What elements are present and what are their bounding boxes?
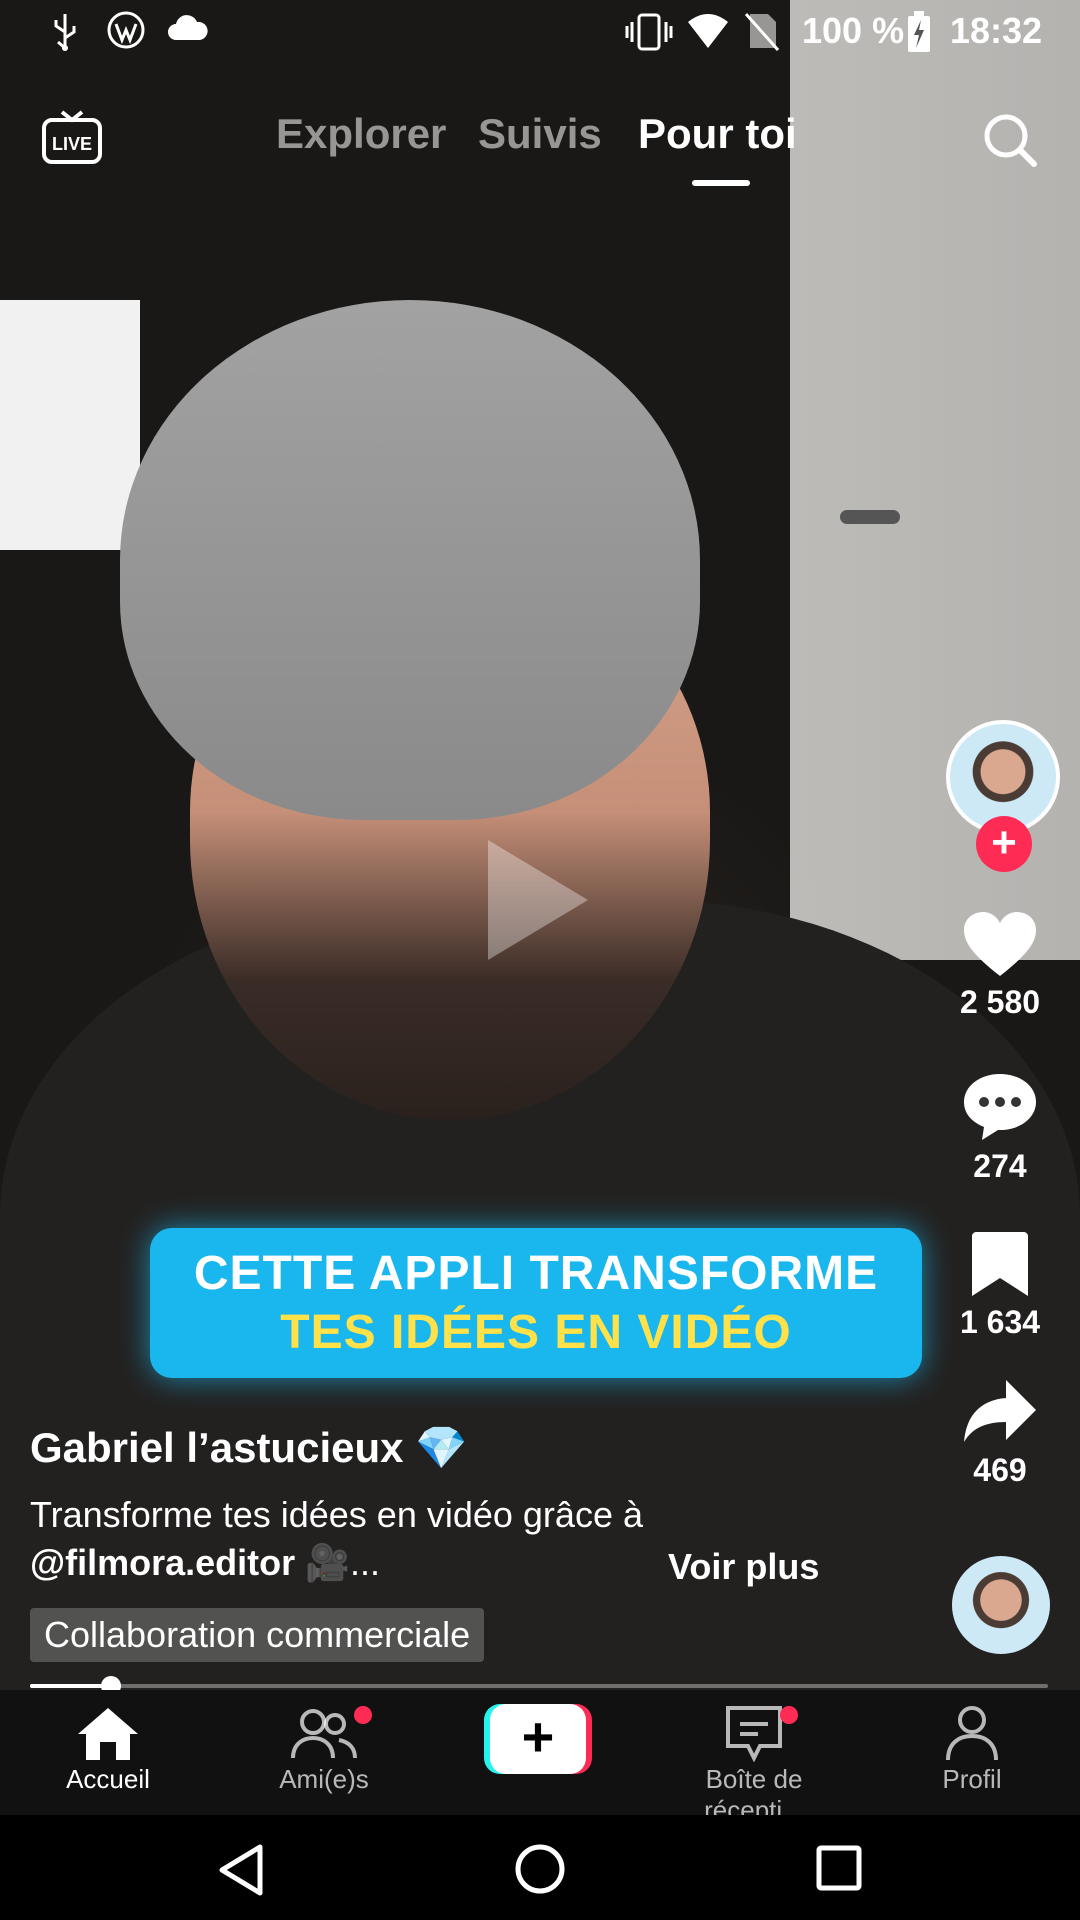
status-time: 18:32	[950, 10, 1043, 51]
caption-line-1: CETTE APPLI TRANSFORME	[193, 1247, 879, 1300]
bottom-navigation: Accueil Ami(e)s + Boîte de récepti... Pr…	[0, 1690, 1080, 1825]
active-tab-indicator	[692, 180, 750, 186]
nav-profil[interactable]: Profil	[872, 1704, 1072, 1795]
like-count: 2 580	[959, 984, 1041, 1020]
tab-suivis[interactable]: Suivis	[478, 110, 602, 158]
share-button[interactable]: 469	[940, 1378, 1060, 1489]
caption-line-2: TES IDÉES EN VIDÉO	[280, 1306, 792, 1359]
usb-icon	[54, 14, 76, 51]
top-navigation: LIVE Explorer Suivis Pour toi	[0, 96, 1080, 206]
nav-label-amis: Ami(e)s	[279, 1764, 369, 1794]
comment-button[interactable]: 274	[940, 1070, 1060, 1185]
play-icon[interactable]	[488, 840, 588, 960]
like-button[interactable]: 2 580	[940, 910, 1060, 1021]
save-button[interactable]: 1 634	[940, 1230, 1060, 1341]
no-sim-icon	[744, 13, 780, 51]
recents-icon[interactable]	[816, 1845, 862, 1891]
status-bar: 100 % 18:32	[0, 0, 1080, 64]
wordpress-icon	[107, 11, 145, 49]
person-beanie	[120, 300, 700, 820]
background-whiteboard	[0, 300, 140, 550]
bookmark-icon	[972, 1232, 1028, 1296]
collaboration-badge[interactable]: Collaboration commerciale	[30, 1608, 485, 1662]
heart-icon	[964, 912, 1036, 976]
inbox-icon	[726, 1706, 782, 1762]
share-count: 469	[973, 1452, 1027, 1488]
video-progress-track[interactable]	[30, 1676, 1048, 1696]
nav-accueil[interactable]: Accueil	[8, 1704, 208, 1795]
live-label: LIVE	[52, 134, 92, 154]
profile-icon	[946, 1706, 998, 1761]
plus-icon: +	[490, 1704, 586, 1774]
comment-icon	[964, 1074, 1036, 1140]
live-icon[interactable]: LIVE	[40, 106, 104, 166]
video-progress-fill	[30, 1684, 112, 1688]
description-suffix: 🎥...	[305, 1542, 380, 1583]
back-icon[interactable]	[216, 1843, 266, 1897]
music-disc-avatar[interactable]	[952, 1556, 1050, 1654]
system-navigation-bar	[0, 1815, 1080, 1920]
tab-pour-toi[interactable]: Pour toi	[638, 110, 797, 158]
friends-icon	[291, 1709, 357, 1759]
search-icon[interactable]	[980, 110, 1040, 170]
see-more-link[interactable]: Voir plus	[668, 1546, 819, 1588]
notification-dot	[354, 1706, 372, 1724]
nav-label-profil: Profil	[942, 1764, 1002, 1794]
cloud-icon	[168, 15, 208, 40]
home-circle-icon[interactable]	[514, 1843, 566, 1895]
vibrate-icon	[625, 13, 673, 51]
battery-charging-icon	[908, 11, 930, 52]
create-button[interactable]: +	[484, 1704, 592, 1774]
tab-explorer[interactable]: Explorer	[276, 110, 446, 158]
nav-boite-de-reception[interactable]: Boîte de récepti...	[654, 1704, 854, 1826]
description-text: Transforme tes idées en vidéo grâce à	[30, 1494, 643, 1535]
nav-label-accueil: Accueil	[66, 1764, 150, 1794]
share-arrow-icon	[964, 1380, 1036, 1442]
save-count: 1 634	[959, 1304, 1041, 1340]
nav-amis[interactable]: Ami(e)s	[224, 1704, 424, 1795]
video-caption-banner: CETTE APPLI TRANSFORME TES IDÉES EN VIDÉ…	[150, 1228, 922, 1378]
mention-link[interactable]: @filmora.editor	[30, 1542, 295, 1583]
battery-percent: 100 %	[802, 10, 905, 51]
comment-count: 274	[973, 1148, 1027, 1184]
tiktok-screen: 100 % 18:32 LIVE Explorer Suivis Pour to…	[0, 0, 1080, 1920]
wifi-icon	[688, 14, 728, 48]
background-doorknob	[840, 510, 900, 524]
notification-dot	[780, 1706, 798, 1724]
creator-username[interactable]: Gabriel l’astucieux 💎	[30, 1424, 890, 1473]
follow-button[interactable]: +	[976, 816, 1032, 872]
home-icon	[78, 1708, 138, 1760]
